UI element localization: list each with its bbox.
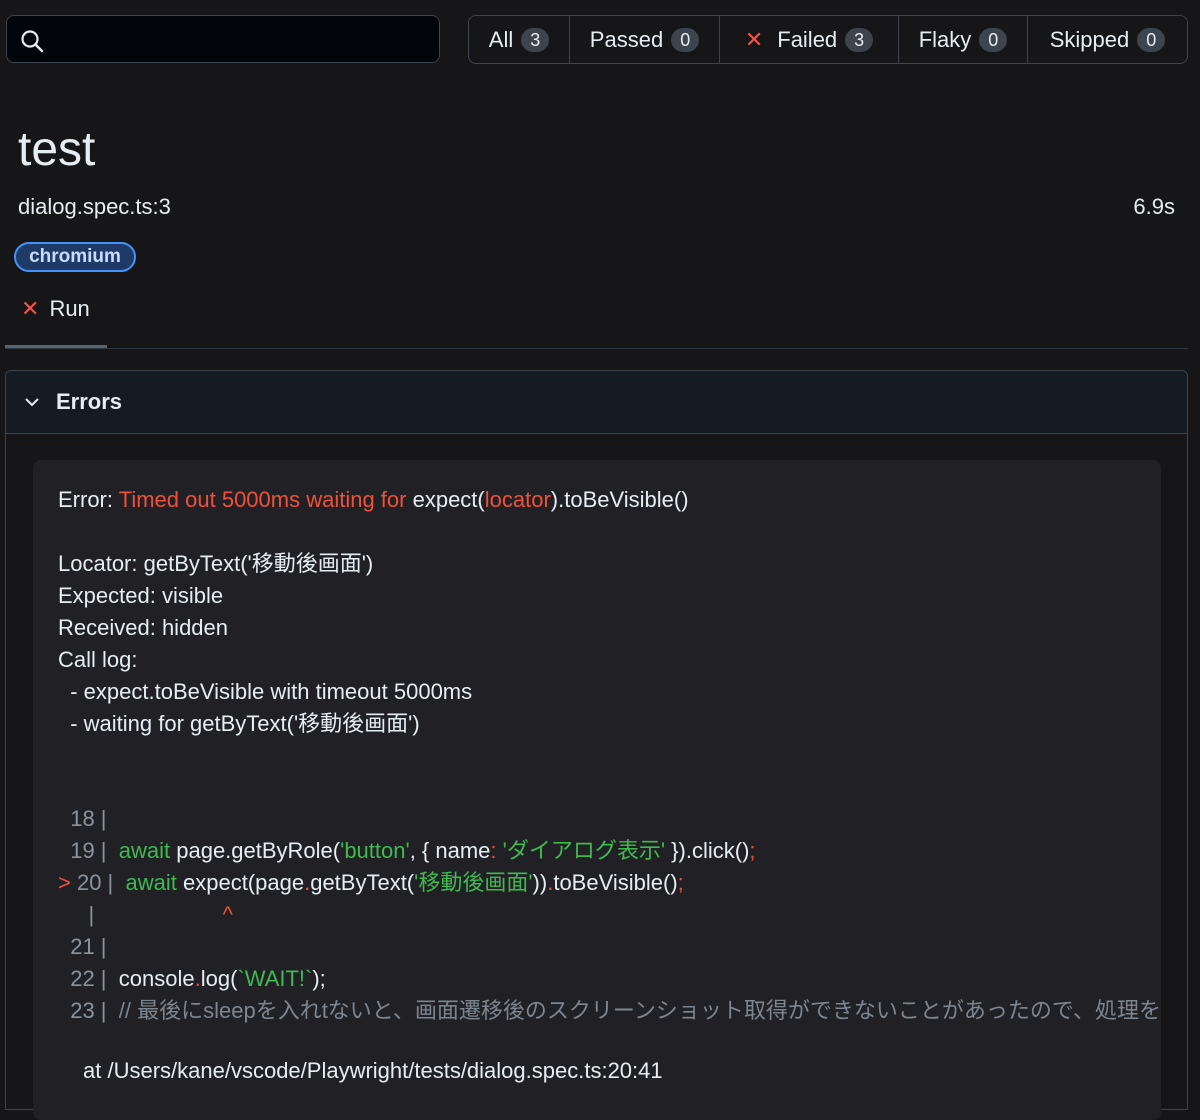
- project-badge[interactable]: chromium: [14, 242, 136, 272]
- error-line-arrow: >: [58, 870, 77, 895]
- code-snippet: 18 | 19 | await page.getByRole('button',…: [58, 803, 1161, 1027]
- error-locator: locator: [484, 487, 551, 512]
- code-token: expect(page: [176, 870, 305, 895]
- detail-line: Call log:: [58, 647, 138, 672]
- line-18: 18 |: [58, 806, 107, 831]
- error-prefix: Error:: [58, 487, 119, 512]
- line-19-number: 19 |: [58, 838, 107, 863]
- code-token: '移動後画面': [414, 870, 533, 895]
- code-token: console: [118, 966, 195, 991]
- chevron-down-icon: [25, 398, 39, 407]
- test-duration: 6.9s: [1133, 194, 1175, 219]
- filter-all[interactable]: All 3: [469, 16, 570, 63]
- line-23-number: 23 |: [58, 998, 107, 1023]
- failed-x-icon: ✕: [744, 26, 764, 52]
- code-token: toBeVisible(): [553, 870, 678, 895]
- code-token: await: [118, 838, 171, 863]
- stack-trace[interactable]: at /Users/kane/vscode/Playwright/tests/d…: [83, 1058, 663, 1084]
- error-text: Error: Timed out 5000ms waiting for expe…: [58, 484, 689, 740]
- code-token: ;: [749, 838, 756, 863]
- search-icon: [21, 30, 44, 53]
- code-token: log(: [200, 966, 238, 991]
- failed-x-icon: ✕: [21, 296, 40, 321]
- code-token: 'ダイアログ表示': [502, 838, 666, 863]
- filter-all-label: All: [488, 26, 514, 52]
- detail-line: Locator: getByText('移動後画面'): [58, 551, 374, 576]
- test-location[interactable]: dialog.spec.ts:3: [18, 194, 171, 220]
- code-token: )): [532, 870, 548, 895]
- tab-divider: [5, 348, 1188, 349]
- filter-flaky-label: Flaky: [918, 26, 972, 52]
- detail-line: Received: hidden: [58, 615, 229, 640]
- filter-all-count: 3: [521, 27, 550, 52]
- caret-pipe: |: [58, 902, 95, 927]
- code-token: `WAIT!`: [237, 966, 313, 991]
- line-22-number: 22 |: [58, 966, 107, 991]
- code-token: await: [125, 870, 177, 895]
- filter-skipped-label: Skipped: [1049, 26, 1130, 52]
- search-input[interactable]: [57, 22, 431, 58]
- filter-passed[interactable]: Passed 0: [570, 16, 720, 63]
- filter-skipped[interactable]: Skipped 0: [1028, 16, 1187, 63]
- errors-header[interactable]: Errors: [6, 371, 1187, 434]
- search-box[interactable]: [6, 15, 440, 63]
- code-token: :: [490, 838, 503, 863]
- code-token: }): [665, 838, 686, 863]
- filter-flaky[interactable]: Flaky 0: [899, 16, 1028, 63]
- code-token: getByText(: [310, 870, 415, 895]
- test-title: test: [18, 123, 96, 176]
- code-token: ;: [677, 870, 684, 895]
- tab-run-label: Run: [49, 296, 90, 321]
- line-21: 21 |: [58, 934, 107, 959]
- errors-panel: Errors Error: Timed out 5000ms waiting f…: [5, 370, 1188, 1120]
- detail-line: - expect.toBeVisible with timeout 5000ms: [58, 679, 473, 704]
- code-token: page.getByRole(: [170, 838, 341, 863]
- code-comment: // 最後にsleepを入れtないと、画面遷移後のスクリーンショット取得ができな…: [118, 998, 1161, 1023]
- filter-flaky-count: 0: [979, 27, 1008, 52]
- error-message-box: Error: Timed out 5000ms waiting for expe…: [33, 460, 1161, 1120]
- code-token: );: [312, 966, 326, 991]
- errors-header-label: Errors: [56, 389, 123, 414]
- filter-passed-count: 0: [671, 27, 700, 52]
- filter-passed-label: Passed: [589, 26, 664, 52]
- code-token: 'button': [340, 838, 410, 863]
- detail-line: - waiting for getByText('移動後画面'): [58, 711, 420, 736]
- filter-failed[interactable]: ✕ Failed 3: [720, 16, 899, 63]
- code-token: , { name: [409, 838, 491, 863]
- code-token: .click(): [685, 838, 750, 863]
- line-20-number: 20 |: [76, 870, 114, 895]
- error-expect-close: ).toBeVisible(): [550, 487, 689, 512]
- error-expect-open: expect(: [412, 487, 485, 512]
- filter-failed-label: Failed: [777, 26, 838, 52]
- error-timeout: Timed out 5000ms waiting for: [118, 487, 413, 512]
- filter-failed-count: 3: [845, 27, 874, 52]
- tab-run[interactable]: ✕ Run: [5, 296, 107, 348]
- detail-line: Expected: visible: [58, 583, 224, 608]
- error-caret: ^: [222, 902, 233, 927]
- filter-skipped-count: 0: [1137, 27, 1166, 52]
- status-filter-bar: All 3 Passed 0 ✕ Failed 3 Flaky 0 Skippe…: [468, 15, 1188, 64]
